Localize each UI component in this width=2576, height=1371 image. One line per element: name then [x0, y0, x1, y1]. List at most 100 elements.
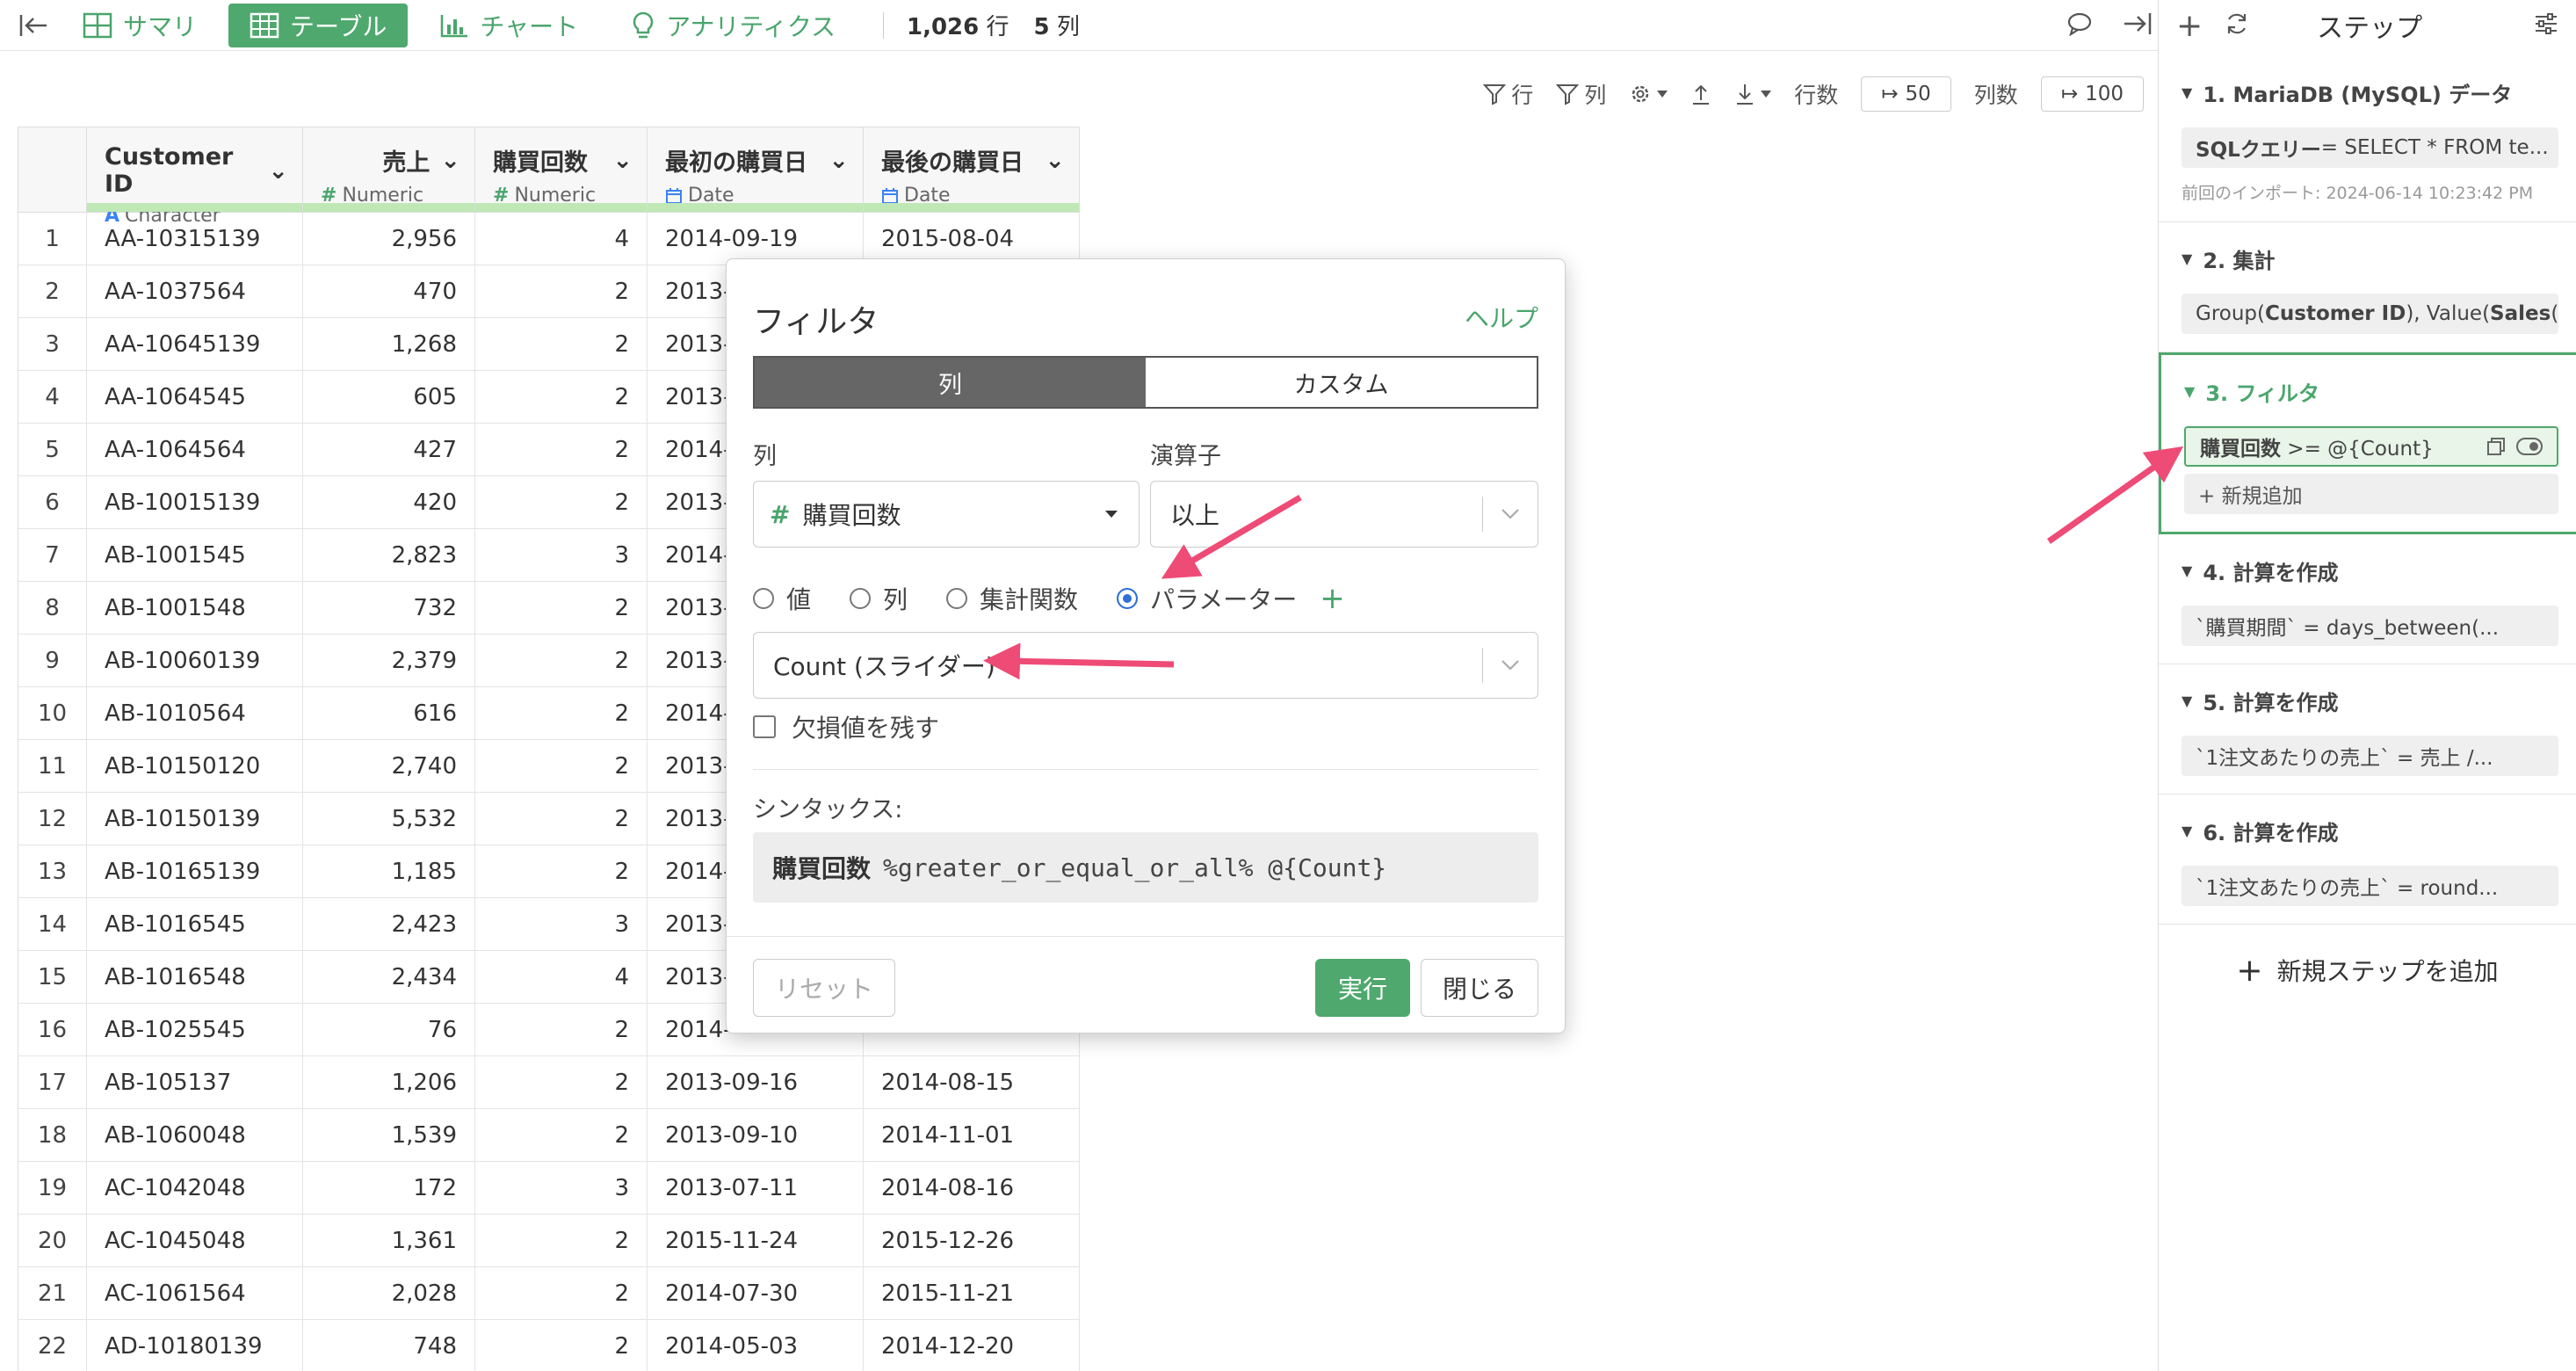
step-1[interactable]: ▼ 1. MariaDB (MySQL) データ SQLクエリー = SELECT…: [2159, 51, 2576, 222]
operator-select[interactable]: 以上: [1150, 481, 1538, 548]
table-cell[interactable]: 2,434: [303, 951, 475, 1003]
upload-button[interactable]: [1690, 83, 1711, 105]
radio-column[interactable]: 列: [850, 581, 908, 616]
help-link[interactable]: ヘルプ: [1465, 300, 1538, 335]
table-cell[interactable]: 1,361: [303, 1215, 475, 1266]
table-cell[interactable]: 2: [475, 582, 648, 634]
table-cell[interactable]: 2: [475, 371, 648, 423]
table-cell[interactable]: AB-1025545: [87, 1004, 303, 1055]
chevron-down-icon[interactable]: ⌄: [1045, 147, 1065, 174]
step-summary[interactable]: `購買期間` = days_between(...: [2182, 606, 2558, 646]
table-cell[interactable]: 2: [475, 687, 648, 739]
table-cell[interactable]: AB-1016545: [87, 898, 303, 950]
table-cell[interactable]: AB-10150139: [87, 793, 303, 845]
col-filter-button[interactable]: 列: [1556, 78, 1606, 110]
chevron-down-icon[interactable]: ⌄: [612, 147, 633, 174]
table-cell[interactable]: 2015-08-04: [864, 213, 1080, 265]
table-cell[interactable]: 2015-11-21: [864, 1267, 1080, 1319]
caret-down-icon[interactable]: ▼: [2182, 823, 2192, 839]
table-cell[interactable]: 2: [475, 424, 648, 475]
table-cell[interactable]: 2014-11-01: [864, 1109, 1080, 1161]
table-cell[interactable]: AB-1001548: [87, 582, 303, 634]
table-cell[interactable]: 2015-11-24: [648, 1215, 864, 1266]
table-cell[interactable]: 2: [475, 1004, 648, 1055]
settings-dropdown[interactable]: [1629, 83, 1668, 105]
caret-down-icon[interactable]: ▼: [2182, 250, 2192, 267]
reset-button[interactable]: リセット: [753, 959, 895, 1017]
header-first-purchase[interactable]: 最初の購買日 ⌄ Date: [648, 127, 864, 212]
table-cell[interactable]: 616: [303, 687, 475, 739]
mode-column-button[interactable]: 列: [755, 358, 1146, 407]
step-summary[interactable]: 購買回数 >= @{Count}: [2184, 426, 2558, 467]
step-4[interactable]: ▼ 4. 計算を作成 `購買期間` = days_between(...: [2159, 534, 2576, 664]
table-cell[interactable]: AB-10150120: [87, 740, 303, 792]
table-cell[interactable]: 5,532: [303, 793, 475, 845]
step-3[interactable]: ▼ 3. フィルタ 購買回数 >= @{Count} + 新規追加: [2159, 352, 2576, 534]
copy-icon[interactable]: [2486, 437, 2506, 456]
rows-limit-button[interactable]: ↦ 50: [1861, 76, 1951, 112]
keep-na-checkbox[interactable]: 欠損値を残す: [753, 709, 939, 744]
refresh-icon[interactable]: [2224, 11, 2250, 40]
radio-parameter[interactable]: パラメーター: [1117, 581, 1297, 616]
table-cell[interactable]: 2013-09-10: [648, 1109, 864, 1161]
table-cell[interactable]: 3: [475, 1162, 648, 1214]
table-cell[interactable]: 2014-08-15: [864, 1056, 1080, 1108]
table-cell[interactable]: AB-1016548: [87, 951, 303, 1003]
caret-down-icon[interactable]: ▼: [2184, 383, 2195, 400]
table-cell[interactable]: 2013-09-16: [648, 1056, 864, 1108]
add-sub-step-button[interactable]: + 新規追加: [2184, 474, 2558, 514]
step-summary[interactable]: SQLクエリー = SELECT * FROM te...: [2182, 127, 2558, 168]
mode-custom-button[interactable]: カスタム: [1146, 358, 1537, 407]
header-purchase-count[interactable]: 購買回数 ⌄ # Numeric: [475, 127, 648, 212]
table-cell[interactable]: 2015-12-26: [864, 1215, 1080, 1266]
table-cell[interactable]: AB-10060139: [87, 635, 303, 686]
header-last-purchase[interactable]: 最後の購買日 ⌄ Date: [864, 127, 1080, 212]
chevron-down-icon[interactable]: ⌄: [268, 157, 288, 185]
table-cell[interactable]: 2: [475, 318, 648, 370]
radio-aggregate[interactable]: 集計関数: [946, 581, 1078, 616]
table-cell[interactable]: 748: [303, 1320, 475, 1371]
table-cell[interactable]: 605: [303, 371, 475, 423]
tab-analytics[interactable]: アナリティクス: [610, 4, 857, 47]
collapse-left-icon[interactable]: [16, 8, 51, 43]
step-summary[interactable]: Group(Customer ID), Value(Sales (...: [2182, 294, 2558, 334]
add-icon[interactable]: +: [2176, 8, 2203, 44]
table-cell[interactable]: AD-10180139: [87, 1320, 303, 1371]
add-parameter-icon[interactable]: +: [1320, 581, 1345, 616]
table-cell[interactable]: 732: [303, 582, 475, 634]
caret-down-icon[interactable]: ▼: [2182, 693, 2192, 709]
table-cell[interactable]: 4: [475, 213, 648, 265]
close-button[interactable]: 閉じる: [1421, 959, 1538, 1017]
table-cell[interactable]: 2: [475, 793, 648, 845]
chevron-down-icon[interactable]: ⌄: [829, 147, 849, 174]
table-cell[interactable]: AA-10645139: [87, 318, 303, 370]
table-cell[interactable]: 2,379: [303, 635, 475, 686]
table-cell[interactable]: 2: [475, 1267, 648, 1319]
table-cell[interactable]: AA-1064545: [87, 371, 303, 423]
table-cell[interactable]: AC-1061564: [87, 1267, 303, 1319]
table-cell[interactable]: 427: [303, 424, 475, 475]
table-cell[interactable]: 3: [475, 898, 648, 950]
table-cell[interactable]: 2014-05-03: [648, 1320, 864, 1371]
table-cell[interactable]: AC-1042048: [87, 1162, 303, 1214]
parameter-select[interactable]: Count (スライダー): [753, 632, 1538, 699]
table-cell[interactable]: 2014-07-30: [648, 1267, 864, 1319]
header-customer-id[interactable]: Customer ID ⌄ A Character: [87, 127, 303, 227]
table-cell[interactable]: AC-1045048: [87, 1215, 303, 1266]
table-cell[interactable]: 172: [303, 1162, 475, 1214]
table-cell[interactable]: 4: [475, 951, 648, 1003]
table-cell[interactable]: 2013-07-11: [648, 1162, 864, 1214]
step-5[interactable]: ▼ 5. 計算を作成 `1注文あたりの売上` = 売上 /...: [2159, 664, 2576, 794]
column-select[interactable]: # 購買回数: [753, 481, 1140, 548]
row-filter-button[interactable]: 行: [1483, 78, 1533, 110]
settings-sliders-icon[interactable]: [2534, 11, 2558, 40]
table-cell[interactable]: 2014-12-20: [864, 1320, 1080, 1371]
table-cell[interactable]: AB-105137: [87, 1056, 303, 1108]
table-cell[interactable]: 3: [475, 529, 648, 581]
table-cell[interactable]: 2014-09-19: [648, 213, 864, 265]
download-dropdown[interactable]: [1734, 83, 1772, 105]
tab-summary[interactable]: サマリ: [62, 4, 218, 47]
table-cell[interactable]: 2,423: [303, 898, 475, 950]
table-cell[interactable]: 76: [303, 1004, 475, 1055]
toggle-icon[interactable]: [2516, 438, 2543, 455]
